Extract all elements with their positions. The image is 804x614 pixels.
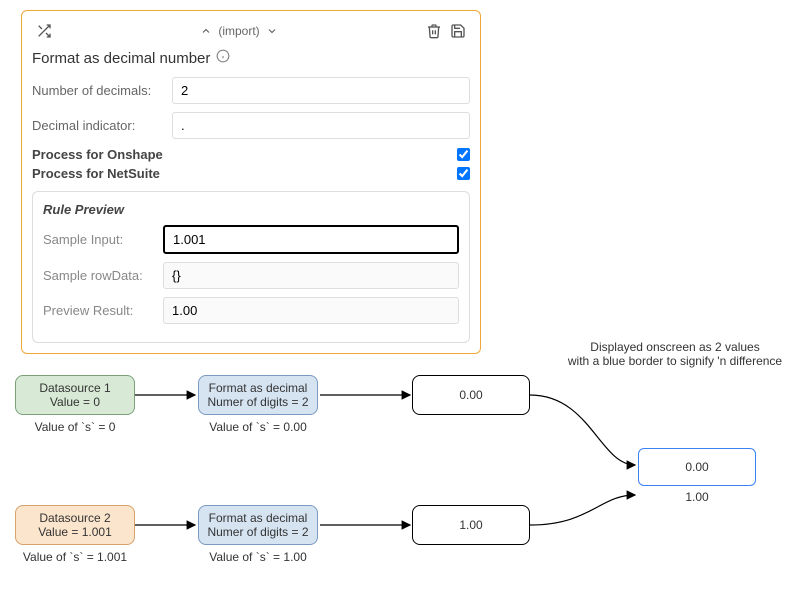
sample-input-field[interactable]: [163, 225, 459, 254]
panel-header: (import): [32, 21, 470, 41]
shuffle-icon[interactable]: [32, 21, 56, 41]
annotation-line1: Displayed onscreen as 2 values: [550, 340, 800, 354]
out1-value: 0.00: [459, 388, 482, 402]
preview-result-field[interactable]: [163, 297, 459, 324]
panel-title-row: Format as decimal number: [32, 49, 470, 67]
num-decimals-row: Number of decimals:: [32, 77, 470, 104]
flow-diagram: Displayed onscreen as 2 values with a bl…: [0, 340, 804, 614]
fmt1-value: Numer of digits = 2: [207, 395, 308, 409]
process-netsuite-row: Process for NetSuite: [32, 166, 470, 181]
ds2-value: Value = 1.001: [38, 525, 112, 539]
fmt2-title: Format as decimal: [209, 511, 308, 525]
fmt1-title: Format as decimal: [209, 381, 308, 395]
sample-rowdata-field[interactable]: [163, 262, 459, 289]
out1-node: 0.00: [412, 375, 530, 415]
ds2-caption: Value of `s` = 1.001: [15, 550, 135, 564]
out2-value: 1.00: [459, 518, 482, 532]
format-2-node: Format as decimal Numer of digits = 2: [198, 505, 318, 545]
sample-rowdata-row: Sample rowData:: [43, 262, 459, 289]
process-onshape-label: Process for Onshape: [32, 147, 163, 162]
sample-input-row: Sample Input:: [43, 225, 459, 254]
fmt2-caption: Value of `s` = 1.00: [198, 550, 318, 564]
ds1-title: Datasource 1: [39, 381, 110, 395]
collapse-up-icon[interactable]: [196, 23, 216, 39]
num-decimals-input[interactable]: [172, 77, 470, 104]
out2-node: 1.00: [412, 505, 530, 545]
import-label: (import): [218, 24, 259, 38]
trash-icon[interactable]: [422, 21, 446, 41]
ds1-caption: Value of `s` = 0: [15, 420, 135, 434]
info-icon[interactable]: [216, 49, 230, 67]
ds1-value: Value = 0: [50, 395, 100, 409]
sample-input-label: Sample Input:: [43, 232, 163, 247]
process-netsuite-checkbox[interactable]: [457, 167, 470, 180]
expand-down-icon[interactable]: [262, 23, 282, 39]
datasource-1-node: Datasource 1 Value = 0: [15, 375, 135, 415]
ds2-title: Datasource 2: [39, 511, 110, 525]
fmt1-caption: Value of `s` = 0.00: [198, 420, 318, 434]
preview-box: Rule Preview Sample Input: Sample rowDat…: [32, 191, 470, 343]
merged-top-node: 0.00: [638, 448, 756, 486]
merged-top-value: 0.00: [685, 460, 708, 474]
decimal-indicator-label: Decimal indicator:: [32, 118, 172, 133]
preview-result-row: Preview Result:: [43, 297, 459, 324]
process-onshape-checkbox[interactable]: [457, 148, 470, 161]
save-icon[interactable]: [446, 21, 470, 41]
format-1-node: Format as decimal Numer of digits = 2: [198, 375, 318, 415]
config-panel: (import) Format as decimal number Number…: [21, 10, 481, 354]
panel-title: Format as decimal number: [32, 50, 210, 67]
diagram-annotation: Displayed onscreen as 2 values with a bl…: [550, 340, 800, 368]
preview-title: Rule Preview: [43, 202, 459, 217]
fmt2-value: Numer of digits = 2: [207, 525, 308, 539]
datasource-2-node: Datasource 2 Value = 1.001: [15, 505, 135, 545]
sample-rowdata-label: Sample rowData:: [43, 268, 163, 283]
merged-bottom-value: 1.00: [638, 490, 756, 504]
decimal-indicator-row: Decimal indicator:: [32, 112, 470, 139]
preview-result-label: Preview Result:: [43, 303, 163, 318]
num-decimals-label: Number of decimals:: [32, 83, 172, 98]
process-netsuite-label: Process for NetSuite: [32, 166, 160, 181]
process-onshape-row: Process for Onshape: [32, 147, 470, 162]
annotation-line2: with a blue border to signify 'n differe…: [550, 354, 800, 368]
decimal-indicator-input[interactable]: [172, 112, 470, 139]
